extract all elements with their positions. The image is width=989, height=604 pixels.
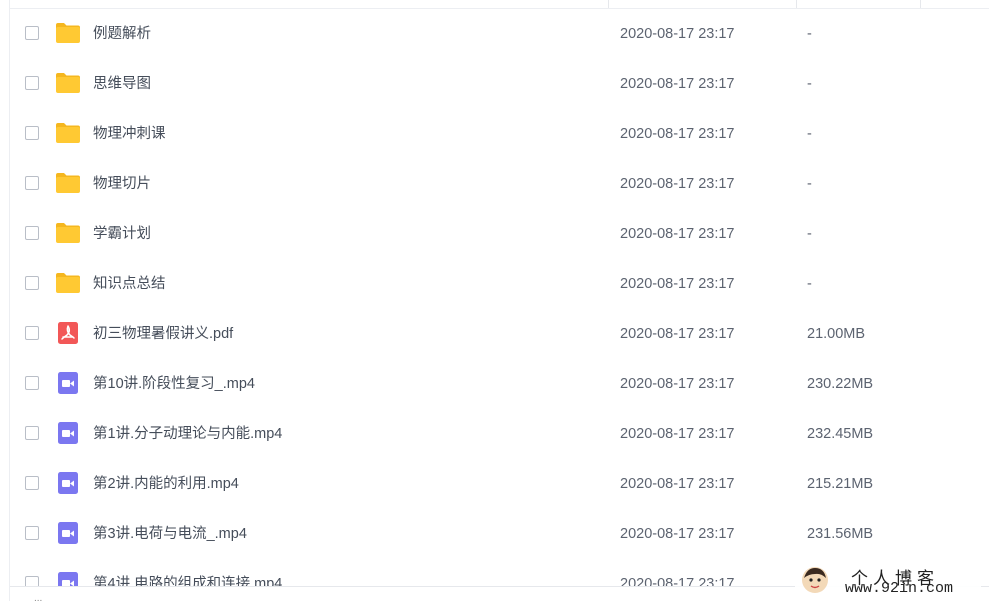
- folder-icon: [56, 123, 80, 143]
- file-size: -: [807, 276, 812, 292]
- video-file-icon: [58, 572, 78, 586]
- file-row[interactable]: 学霸计划 2020-08-17 23:17 -: [10, 209, 989, 259]
- video-file-icon: [58, 472, 78, 494]
- file-name[interactable]: 物理冲刺课: [93, 124, 166, 144]
- row-checkbox[interactable]: [25, 526, 39, 540]
- file-row[interactable]: 知识点总结 2020-08-17 23:17 -: [10, 259, 989, 309]
- file-size: 21.00MB: [807, 326, 866, 342]
- file-row[interactable]: 物理冲刺课 2020-08-17 23:17 -: [10, 109, 989, 159]
- folder-icon: [56, 173, 80, 193]
- row-checkbox[interactable]: [25, 326, 39, 340]
- row-checkbox[interactable]: [25, 376, 39, 390]
- file-size: 230.22MB: [807, 376, 874, 392]
- file-modified-date: 2020-08-17 23:17: [620, 226, 735, 242]
- file-name[interactable]: 第3讲.电荷与电流_.mp4: [93, 524, 247, 544]
- pdf-file-icon: [58, 322, 78, 344]
- folder-icon: [56, 223, 80, 243]
- file-name[interactable]: 思维导图: [93, 74, 151, 94]
- file-row[interactable]: 第3讲.电荷与电流_.mp4 2020-08-17 23:17 231.56MB: [10, 509, 989, 559]
- file-row[interactable]: 第1讲.分子动理论与内能.mp4 2020-08-17 23:17 232.45MB: [10, 409, 989, 459]
- file-modified-date: 2020-08-17 23:17: [620, 76, 735, 92]
- file-row[interactable]: 物理切片 2020-08-17 23:17 -: [10, 159, 989, 209]
- file-row[interactable]: 例题解析 2020-08-17 23:17 -: [10, 9, 989, 59]
- watermark-url: www.92in.com: [845, 580, 954, 597]
- column-separator[interactable]: [920, 0, 921, 8]
- file-size: -: [807, 226, 812, 242]
- file-modified-date: 2020-08-17 23:17: [620, 476, 735, 492]
- file-name[interactable]: 第10讲.阶段性复习_.mp4: [93, 374, 255, 394]
- folder-icon: [56, 273, 80, 293]
- file-modified-date: 2020-08-17 23:17: [620, 526, 735, 542]
- file-size: -: [807, 76, 812, 92]
- file-modified-date: 2020-08-17 23:17: [620, 576, 735, 586]
- file-size: -: [807, 176, 812, 192]
- folder-icon: [56, 23, 80, 43]
- file-modified-date: 2020-08-17 23:17: [620, 26, 735, 42]
- file-name[interactable]: 例题解析: [93, 24, 151, 44]
- column-separator[interactable]: [796, 0, 797, 8]
- row-checkbox[interactable]: [25, 576, 39, 586]
- file-name[interactable]: 第2讲.内能的利用.mp4: [93, 474, 239, 494]
- file-row[interactable]: 第10讲.阶段性复习_.mp4 2020-08-17 23:17 230.22MB: [10, 359, 989, 409]
- file-modified-date: 2020-08-17 23:17: [620, 426, 735, 442]
- file-size: 231.56MB: [807, 526, 874, 542]
- file-modified-date: 2020-08-17 23:17: [620, 326, 735, 342]
- file-name[interactable]: 学霸计划: [93, 224, 151, 244]
- file-name[interactable]: 物理切片: [93, 174, 151, 194]
- column-separator[interactable]: [608, 0, 609, 8]
- file-size: 232.45MB: [807, 426, 874, 442]
- row-checkbox[interactable]: [25, 476, 39, 490]
- file-name[interactable]: 第4讲.电路的组成和连接.mp4: [93, 574, 282, 586]
- row-checkbox[interactable]: [25, 176, 39, 190]
- row-checkbox[interactable]: [25, 126, 39, 140]
- file-size: -: [807, 126, 812, 142]
- file-size: -: [807, 26, 812, 42]
- file-row[interactable]: 第2讲.内能的利用.mp4 2020-08-17 23:17 215.21MB: [10, 459, 989, 509]
- file-name[interactable]: 知识点总结: [93, 274, 166, 294]
- file-name[interactable]: 初三物理暑假讲义.pdf: [93, 324, 233, 344]
- footer-text: ...: [34, 593, 43, 604]
- file-row[interactable]: 初三物理暑假讲义.pdf 2020-08-17 23:17 21.00MB: [10, 309, 989, 359]
- file-modified-date: 2020-08-17 23:17: [620, 176, 735, 192]
- row-checkbox[interactable]: [25, 426, 39, 440]
- row-checkbox[interactable]: [25, 76, 39, 90]
- row-checkbox[interactable]: [25, 276, 39, 290]
- file-name[interactable]: 第1讲.分子动理论与内能.mp4: [93, 424, 282, 444]
- file-modified-date: 2020-08-17 23:17: [620, 276, 735, 292]
- video-file-icon: [58, 522, 78, 544]
- file-row[interactable]: 思维导图 2020-08-17 23:17 -: [10, 59, 989, 109]
- file-list: 例题解析 2020-08-17 23:17 - 思维导图 2020-08-17 23:1…: [10, 9, 989, 586]
- folder-icon: [56, 73, 80, 93]
- file-modified-date: 2020-08-17 23:17: [620, 126, 735, 142]
- avatar-icon: [802, 567, 828, 593]
- video-file-icon: [58, 372, 78, 394]
- video-file-icon: [58, 422, 78, 444]
- column-header-strip: [10, 0, 989, 9]
- row-checkbox[interactable]: [25, 226, 39, 240]
- file-size: 215.21MB: [807, 476, 874, 492]
- file-modified-date: 2020-08-17 23:17: [620, 376, 735, 392]
- row-checkbox[interactable]: [25, 26, 39, 40]
- watermark: 个人博客 www.92in.com: [795, 563, 981, 597]
